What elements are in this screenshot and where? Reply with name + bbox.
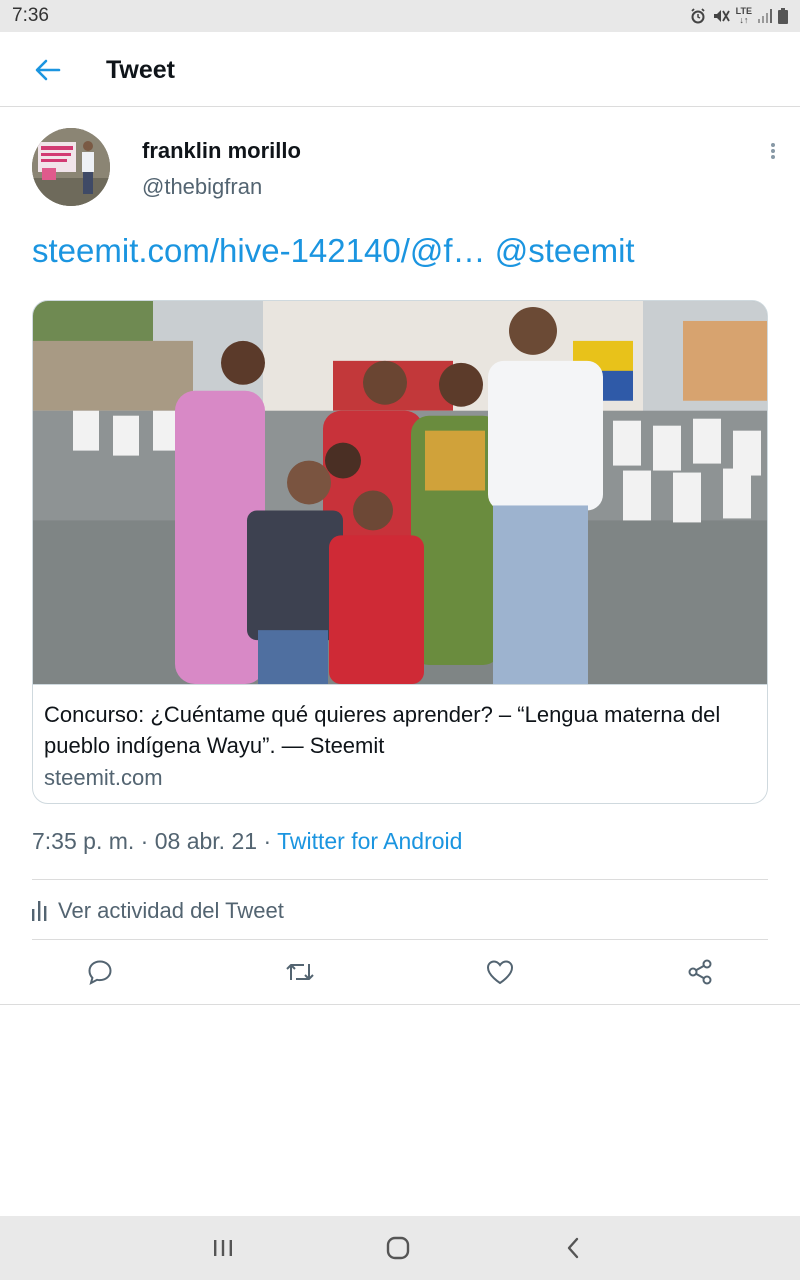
reply-button[interactable] (80, 952, 120, 992)
avatar[interactable] (32, 128, 110, 206)
retweet-button[interactable] (280, 952, 320, 992)
signal-icon (758, 9, 772, 23)
mute-icon (712, 8, 730, 24)
link-card[interactable]: Concurso: ¿Cuéntame qué quieres aprender… (32, 300, 768, 804)
network-label: LTE (735, 6, 752, 16)
more-options-button[interactable] (758, 138, 788, 164)
meta-separator: · (263, 828, 278, 854)
arrow-left-icon (35, 59, 61, 81)
system-back-button[interactable] (548, 1228, 598, 1268)
lte-icon: LTE ↓↑ (735, 6, 752, 25)
meta-separator: · (140, 828, 155, 854)
battery-icon (778, 8, 788, 24)
action-bar (0, 952, 800, 992)
recent-apps-button[interactable] (198, 1228, 248, 1268)
divider (32, 879, 768, 880)
card-domain: steemit.com (44, 765, 163, 790)
tweet-mention[interactable]: @steemit (495, 232, 635, 269)
status-icons: LTE ↓↑ (690, 6, 788, 26)
divider (0, 1004, 800, 1005)
divider (32, 939, 768, 940)
card-photo (33, 301, 767, 685)
status-time: 7:36 (12, 5, 49, 26)
activity-label: Ver actividad del Tweet (58, 898, 284, 923)
tweet-text: steemit.com/hive-142140/@f… @steemit (32, 232, 635, 270)
tweet-meta: 7:35 p. m. · 08 abr. 21 · Twitter for An… (32, 828, 462, 855)
back-button[interactable] (28, 52, 68, 88)
author-name[interactable]: franklin morillo (142, 138, 301, 164)
author-handle[interactable]: @thebigfran (142, 174, 262, 200)
tweet-link[interactable]: steemit.com/hive-142140/@f… (32, 232, 486, 269)
chevron-left-icon (567, 1237, 579, 1259)
like-button[interactable] (480, 952, 520, 992)
card-title: Concurso: ¿Cuéntame qué quieres aprender… (44, 702, 721, 758)
page-title: Tweet (106, 56, 175, 84)
share-icon (688, 959, 712, 985)
tweet-time: 7:35 p. m. (32, 828, 135, 854)
like-icon (486, 960, 514, 985)
home-icon (386, 1236, 410, 1260)
recent-apps-icon (214, 1240, 232, 1256)
app-header: Tweet (0, 32, 800, 107)
bar-chart-icon (32, 901, 47, 921)
home-button[interactable] (373, 1228, 423, 1268)
tweet-source[interactable]: Twitter for Android (277, 828, 462, 854)
system-nav-bar (0, 1216, 800, 1280)
more-vertical-icon (771, 143, 775, 159)
status-bar: 7:36 LTE ↓↑ (0, 0, 800, 32)
retweet-icon (286, 964, 314, 980)
reply-icon (88, 960, 112, 985)
tweet-date: 08 abr. 21 (154, 828, 258, 854)
view-activity-button[interactable]: Ver actividad del Tweet (32, 896, 284, 926)
share-button[interactable] (680, 952, 720, 992)
alarm-icon (690, 8, 706, 24)
